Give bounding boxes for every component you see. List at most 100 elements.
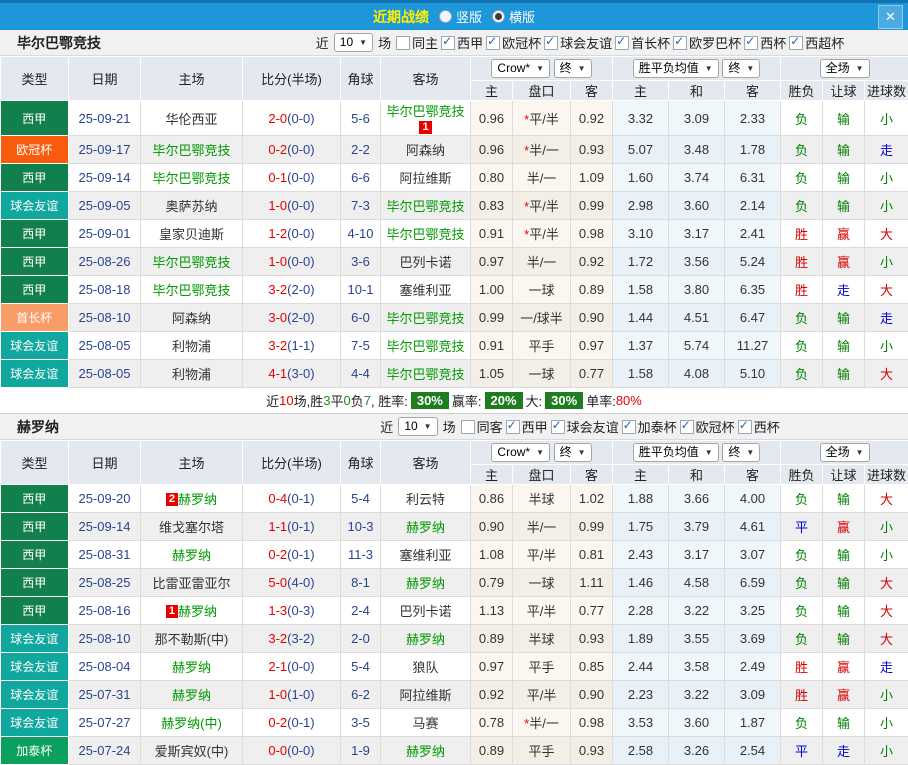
avg-lose: 2.49	[725, 653, 781, 681]
team-link[interactable]: 利云特	[406, 492, 445, 507]
league-filter[interactable]: 加泰杯	[622, 417, 677, 436]
odds-final-select[interactable]: 终▼	[554, 443, 592, 462]
team-link[interactable]: 毕尔巴鄂竞技	[386, 227, 464, 242]
checkbox-checked-icon[interactable]	[441, 36, 455, 50]
layout-radio-horizontal[interactable]: 横版	[492, 7, 535, 26]
scope-select[interactable]: 全场▼	[820, 443, 870, 462]
team-link[interactable]: 利物浦	[172, 367, 211, 382]
avg-final-select[interactable]: 终▼	[722, 59, 760, 78]
radio-checked-icon[interactable]	[492, 10, 505, 23]
team-link[interactable]: 毕尔巴鄂竞技	[152, 283, 230, 298]
league-filter[interactable]: 欧冠杯	[680, 417, 735, 436]
team-link[interactable]: 赫罗纳	[406, 576, 445, 591]
team-link[interactable]: 阿森纳	[172, 311, 211, 326]
league-filter[interactable]: 球会友谊	[544, 33, 612, 52]
scope-select[interactable]: 全场▼	[820, 59, 870, 78]
same-venue-filter[interactable]: 同客	[461, 417, 503, 436]
checkbox-checked-icon[interactable]	[673, 36, 687, 50]
match-row: 球会友谊25-09-05奥萨苏纳1-0(0-0)7-3毕尔巴鄂竞技0.83*平/…	[1, 192, 908, 220]
half-score: (0-0)	[287, 743, 314, 758]
match-row: 西甲25-09-21华伦西亚2-0(0-0)5-6毕尔巴鄂竞技10.96*平/半…	[1, 101, 908, 136]
league-filter[interactable]: 首长杯	[615, 33, 670, 52]
odds-company-select[interactable]: Crow*▼	[491, 59, 550, 78]
team-link[interactable]: 皇家贝迪斯	[159, 227, 224, 242]
team-link[interactable]: 巴列卡诺	[399, 255, 451, 270]
team-link[interactable]: 毕尔巴鄂竞技	[386, 104, 464, 119]
odds-company-select-value: Crow*	[497, 61, 530, 76]
full-score: 5-0	[268, 575, 287, 590]
league-filter-label: 欧冠杯	[696, 417, 735, 436]
checkbox-checked-icon[interactable]	[789, 36, 803, 50]
same-venue-filter[interactable]: 同主	[396, 33, 438, 52]
avg-select[interactable]: 胜平负均值▼	[633, 443, 719, 462]
team-link[interactable]: 阿拉维斯	[399, 171, 451, 186]
team-link[interactable]: 赫罗纳(中)	[161, 716, 222, 731]
match-row: 西甲25-08-25比雷亚雷亚尔5-0(4-0)8-1赫罗纳0.79一球1.11…	[1, 569, 908, 597]
team-link[interactable]: 毕尔巴鄂竞技	[386, 311, 464, 326]
team-link[interactable]: 赫罗纳	[406, 632, 445, 647]
odds-company-select[interactable]: Crow*▼	[491, 443, 550, 462]
team-link[interactable]: 赫罗纳	[178, 492, 217, 507]
radio-unchecked-icon[interactable]	[439, 10, 452, 23]
team-link[interactable]: 毕尔巴鄂竞技	[386, 339, 464, 354]
checkbox-checked-icon[interactable]	[615, 36, 629, 50]
avg-select[interactable]: 胜平负均值▼	[633, 59, 719, 78]
checkbox-checked-icon[interactable]	[744, 36, 758, 50]
checkbox-checked-icon[interactable]	[622, 420, 636, 434]
league-filter[interactable]: 欧罗巴杯	[673, 33, 741, 52]
team-link[interactable]: 毕尔巴鄂竞技	[152, 143, 230, 158]
league-filter[interactable]: 西杯	[738, 417, 780, 436]
league-filter[interactable]: 西杯	[744, 33, 786, 52]
checkbox-checked-icon[interactable]	[680, 420, 694, 434]
team-link[interactable]: 爱斯宾奴(中)	[155, 744, 229, 759]
team-link[interactable]: 奥萨苏纳	[165, 199, 217, 214]
sub-column-header: 主	[613, 465, 669, 485]
team-link[interactable]: 阿拉维斯	[399, 688, 451, 703]
team-link[interactable]: 比雷亚雷亚尔	[152, 576, 230, 591]
checkbox-icon[interactable]	[461, 420, 475, 434]
team-link[interactable]: 毕尔巴鄂竞技	[386, 199, 464, 214]
checkbox-checked-icon[interactable]	[486, 36, 500, 50]
team-link[interactable]: 马赛	[412, 716, 438, 731]
team-link[interactable]: 赫罗纳	[406, 520, 445, 535]
league-filter[interactable]: 球会友谊	[551, 417, 619, 436]
team-link[interactable]: 毕尔巴鄂竞技	[386, 367, 464, 382]
odds-final-select[interactable]: 终▼	[554, 59, 592, 78]
team-link[interactable]: 赫罗纳	[172, 660, 211, 675]
team-link[interactable]: 赫罗纳	[172, 688, 211, 703]
close-button[interactable]: ✕	[878, 5, 903, 29]
team-link[interactable]: 巴列卡诺	[399, 604, 451, 619]
avg-final-select[interactable]: 终▼	[722, 443, 760, 462]
team-link[interactable]: 毕尔巴鄂竞技	[152, 171, 230, 186]
team-link[interactable]: 塞维利亚	[399, 283, 451, 298]
team-link[interactable]: 利物浦	[172, 339, 211, 354]
league-filter[interactable]: 欧冠杯	[486, 33, 541, 52]
checkbox-checked-icon[interactable]	[544, 36, 558, 50]
team-link[interactable]: 狼队	[412, 660, 438, 675]
team-link[interactable]: 毕尔巴鄂竞技	[152, 255, 230, 270]
team-link[interactable]: 塞维利亚	[399, 548, 451, 563]
league-filter[interactable]: 西甲	[441, 33, 483, 52]
league-filter-label: 欧冠杯	[502, 33, 541, 52]
checkbox-checked-icon[interactable]	[506, 420, 520, 434]
league-filter[interactable]: 西甲	[506, 417, 548, 436]
avg-win: 1.44	[613, 304, 669, 332]
full-score: 0-2	[268, 547, 287, 562]
league-filter[interactable]: 西超杯	[789, 33, 844, 52]
team-link[interactable]: 赫罗纳	[406, 744, 445, 759]
recent-count-select[interactable]: 10▼	[334, 33, 373, 52]
match-date: 25-08-26	[69, 248, 141, 276]
team-link[interactable]: 赫罗纳	[178, 604, 217, 619]
team-link[interactable]: 华伦西亚	[165, 112, 217, 127]
team-link[interactable]: 赫罗纳	[172, 548, 211, 563]
score-cell: 0-2(0-0)	[243, 136, 341, 164]
layout-radio-vertical[interactable]: 竖版	[439, 7, 482, 26]
team-link[interactable]: 维戈塞尔塔	[159, 520, 224, 535]
result-outcome: 胜	[781, 681, 823, 709]
team-link[interactable]: 阿森纳	[406, 143, 445, 158]
team-link[interactable]: 那不勒斯(中)	[155, 632, 229, 647]
recent-count-select[interactable]: 10▼	[398, 417, 437, 436]
checkbox-checked-icon[interactable]	[551, 420, 565, 434]
checkbox-checked-icon[interactable]	[738, 420, 752, 434]
checkbox-icon[interactable]	[396, 36, 410, 50]
